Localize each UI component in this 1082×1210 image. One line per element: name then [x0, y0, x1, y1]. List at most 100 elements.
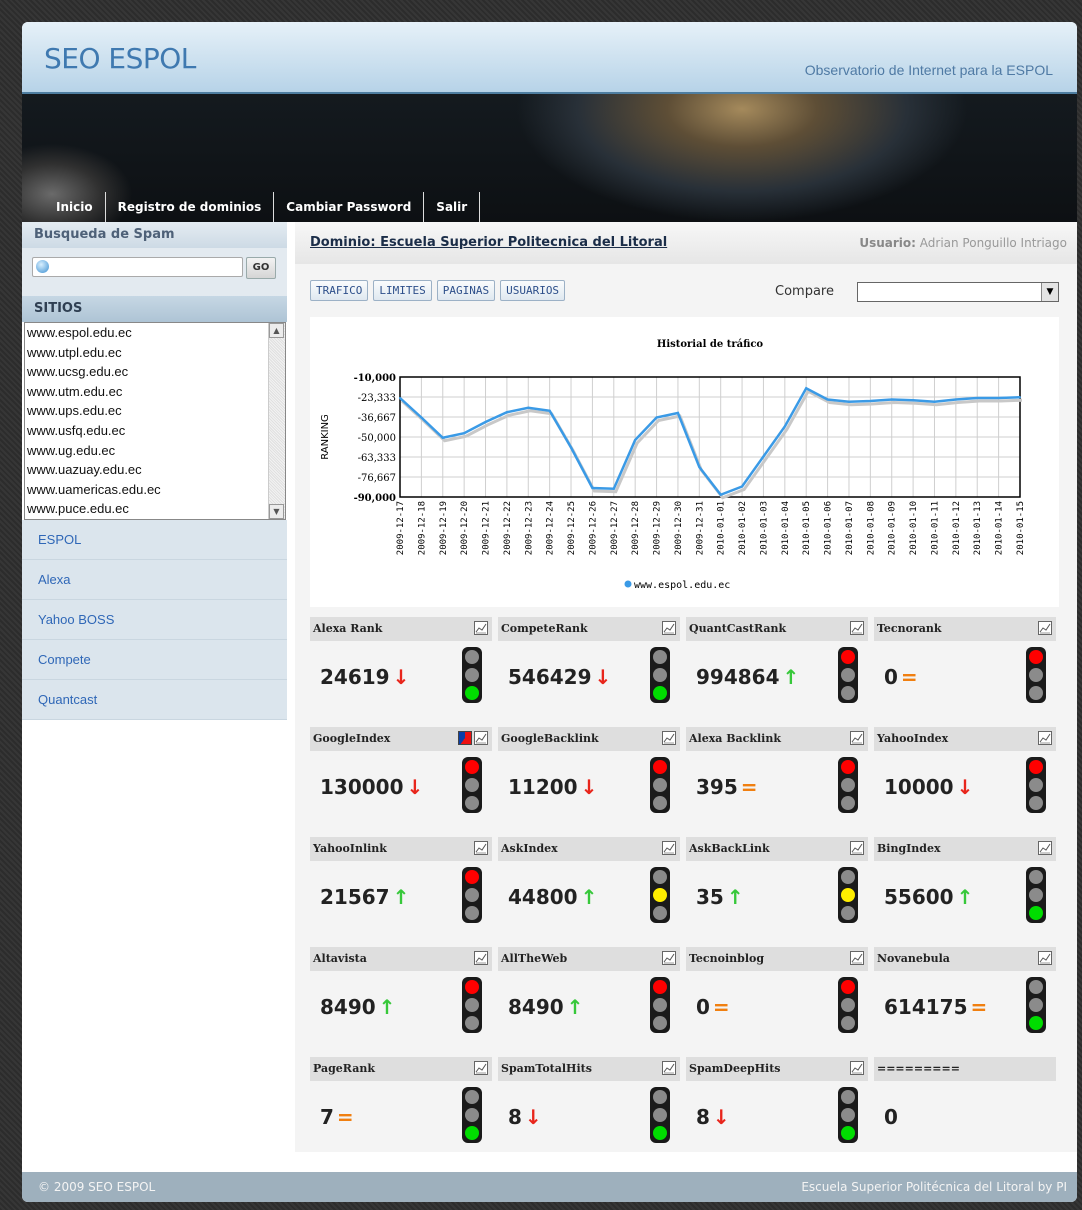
metric-value-row: 0	[884, 1105, 898, 1129]
chart-icon[interactable]	[850, 841, 864, 855]
sidebar-link-compete[interactable]: Compete	[22, 640, 287, 680]
data-point	[741, 485, 744, 488]
x-tick-label: 2010-01-14	[995, 501, 1005, 555]
traffic-light-lamp	[1029, 760, 1043, 774]
sidebar-link-espol[interactable]: ESPOL	[22, 520, 287, 560]
metric-header: GoogleIndex	[310, 727, 492, 751]
chart-icon[interactable]	[474, 841, 488, 855]
chart-icon[interactable]	[474, 1061, 488, 1075]
metric-card: BingIndex 55600 ↑	[874, 837, 1056, 942]
chevron-down-icon[interactable]: ▼	[1041, 283, 1058, 301]
traffic-light-lamp	[841, 1126, 855, 1140]
chart-icon[interactable]	[474, 951, 488, 965]
metric-header: GoogleBacklink	[498, 727, 680, 751]
traffic-light-lamp	[1029, 980, 1043, 994]
site-option[interactable]: www.ups.edu.ec	[25, 401, 285, 421]
sidebar-link-yahoo-boss[interactable]: Yahoo BOSS	[22, 600, 287, 640]
metric-body: 8490 ↑	[310, 971, 492, 1052]
nav-salir[interactable]: Salir	[424, 192, 481, 222]
chart-icon[interactable]	[662, 1061, 676, 1075]
footer-credit: Escuela Superior Politécnica del Litoral…	[801, 1180, 1067, 1194]
legend-label: www.espol.edu.ec	[634, 580, 730, 591]
traffic-light-lamp	[465, 1126, 479, 1140]
traffic-light-lamp	[841, 686, 855, 700]
chart-icon[interactable]	[850, 621, 864, 635]
traffic-light-lamp	[1029, 650, 1043, 664]
chart-icon[interactable]	[474, 731, 488, 745]
sites-scrollbar[interactable]: ▲ ▼	[268, 323, 285, 519]
metric-name: CompeteRank	[501, 622, 588, 635]
x-tick-label: 2009-12-26	[588, 501, 598, 555]
chart-icon[interactable]	[662, 621, 676, 635]
y-tick-label: -63,333	[358, 453, 396, 464]
domain-title[interactable]: Dominio: Escuela Superior Politecnica de…	[310, 235, 667, 250]
footer-copyright: © 2009 SEO ESPOL	[38, 1180, 156, 1194]
site-option[interactable]: www.usfq.edu.ec	[25, 421, 285, 441]
chart-icon[interactable]	[1038, 951, 1052, 965]
chart-icon[interactable]	[1038, 841, 1052, 855]
metric-value: 35	[696, 885, 724, 909]
trend-up-icon: ↑	[378, 995, 396, 1019]
x-tick-label: 2010-01-03	[759, 501, 769, 555]
traffic-light-lamp	[465, 888, 479, 902]
sidebar-link-quantcast[interactable]: Quantcast	[22, 680, 287, 720]
metric-value-row: 24619 ↓	[320, 665, 409, 689]
site-option[interactable]: www.uamericas.edu.ec	[25, 480, 285, 500]
chart-icon[interactable]	[1038, 621, 1052, 635]
site-option[interactable]: www.espol.edu.ec	[25, 323, 285, 343]
traffic-light-icon	[1026, 867, 1046, 923]
metric-header: SpamDeepHits	[686, 1057, 868, 1081]
chart-icon[interactable]	[1038, 731, 1052, 745]
data-point	[591, 487, 594, 489]
site-title[interactable]: SEO ESPOL	[44, 42, 196, 75]
traffic-light-icon	[650, 1087, 670, 1143]
tab-paginas[interactable]: PAGINAS	[436, 280, 496, 301]
metric-value: 8490	[508, 995, 564, 1019]
chart-icon[interactable]	[850, 951, 864, 965]
scroll-up-arrow-icon[interactable]: ▲	[269, 323, 284, 338]
compare-select[interactable]: ▼	[857, 282, 1059, 302]
site-option[interactable]: www.utpl.edu.ec	[25, 343, 285, 363]
chart-icon[interactable]	[474, 621, 488, 635]
chart-icon[interactable]	[662, 951, 676, 965]
site-option[interactable]: www.ug.edu.ec	[25, 441, 285, 461]
traffic-light-lamp	[841, 998, 855, 1012]
chart-icon[interactable]	[662, 731, 676, 745]
nav-registro-dominios[interactable]: Registro de dominios	[106, 192, 275, 222]
tab-trafico[interactable]: TRAFICO	[310, 280, 369, 301]
x-tick-label: 2010-01-13	[973, 501, 983, 555]
metric-card: AllTheWeb 8490 ↑	[498, 947, 680, 1052]
site-option[interactable]: www.ucsg.edu.ec	[25, 362, 285, 382]
tab-limites[interactable]: LIMITES	[373, 280, 432, 301]
traffic-chart: Historial de tráfico -10,000 -23,333 -36,66…	[310, 317, 1059, 607]
chart-icon[interactable]	[850, 731, 864, 745]
go-button[interactable]: GO	[246, 257, 276, 279]
pie-chart-icon[interactable]	[458, 731, 472, 745]
metric-value: 21567	[320, 885, 390, 909]
metric-value-row: 8490 ↑	[320, 995, 395, 1019]
scroll-down-arrow-icon[interactable]: ▼	[269, 504, 284, 519]
nav-inicio[interactable]: Inicio	[44, 192, 106, 222]
traffic-light-icon	[838, 977, 858, 1033]
data-point	[441, 436, 444, 439]
chart-icon[interactable]	[662, 841, 676, 855]
tab-usuarios[interactable]: USUARIOS	[500, 280, 566, 301]
chart-icon[interactable]	[850, 1061, 864, 1075]
sidebar-link-alexa[interactable]: Alexa	[22, 560, 287, 600]
site-option[interactable]: www.puce.edu.ec	[25, 499, 285, 519]
x-tick-label: 2009-12-22	[503, 501, 513, 555]
site-option[interactable]: www.uazuay.edu.ec	[25, 460, 285, 480]
nav-cambiar-password[interactable]: Cambiar Password	[274, 192, 425, 222]
data-point	[676, 412, 679, 414]
x-tick-label: 2009-12-24	[546, 501, 556, 555]
trend-down-icon: ↓	[392, 665, 410, 689]
data-point	[463, 432, 466, 435]
site-option[interactable]: www.utm.edu.ec	[25, 382, 285, 402]
metric-body: 55600 ↑	[874, 861, 1056, 942]
sites-listbox[interactable]: www.espol.edu.ec www.utpl.edu.ec www.ucs…	[24, 322, 286, 520]
legend-marker	[624, 580, 632, 588]
metric-name: YahooInlink	[313, 842, 387, 855]
traffic-light-icon	[650, 977, 670, 1033]
traffic-light-lamp	[841, 1016, 855, 1030]
spam-search-input[interactable]	[32, 257, 243, 277]
